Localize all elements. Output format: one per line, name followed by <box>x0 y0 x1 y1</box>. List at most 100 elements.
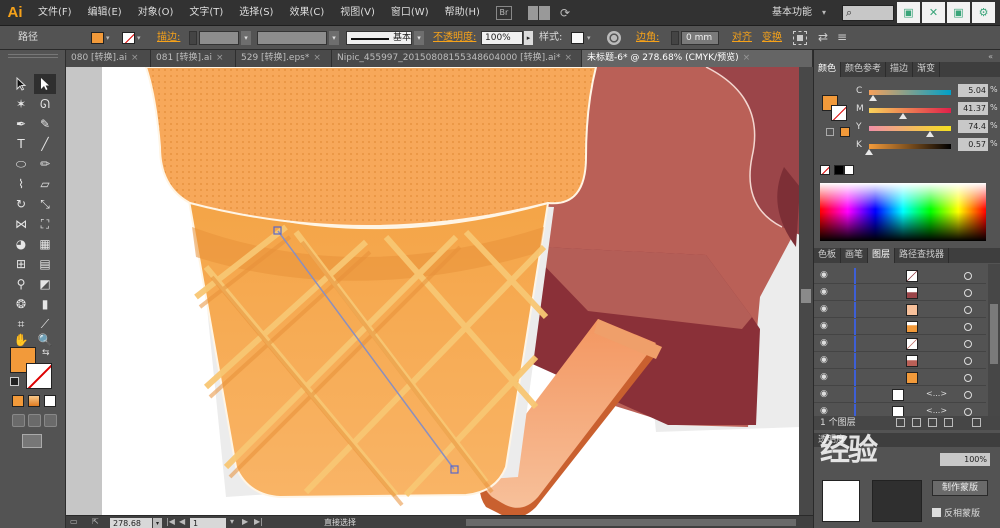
chevron-down-icon[interactable]: ▾ <box>137 34 141 42</box>
eye-icon[interactable]: ◉ <box>820 321 832 331</box>
close-icon[interactable]: × <box>565 53 573 63</box>
eye-icon[interactable]: ◉ <box>820 355 832 365</box>
menu-effect[interactable]: 效果(C) <box>281 0 332 26</box>
yellow-slider[interactable] <box>869 126 951 131</box>
pen-tool-icon[interactable]: ✒ <box>10 114 32 134</box>
magenta-slider[interactable] <box>869 108 951 113</box>
magenta-value[interactable]: 41.37 <box>958 102 988 115</box>
next-artboard-icon[interactable]: ▶ <box>242 517 248 526</box>
target-icon[interactable] <box>964 323 972 331</box>
stroke-weight-field[interactable] <box>199 31 239 45</box>
gamut-warning-icon[interactable] <box>826 128 834 136</box>
target-icon[interactable] <box>964 408 972 416</box>
none-mode-button[interactable] <box>44 395 56 407</box>
new-layer-icon[interactable] <box>944 418 953 427</box>
zoom-icon[interactable]: 🔍 <box>34 330 56 350</box>
eye-icon[interactable]: ◉ <box>820 389 832 399</box>
rotate-icon[interactable]: ↻ <box>10 194 32 214</box>
scrollbar-thumb[interactable] <box>990 304 998 364</box>
line-tool-icon[interactable]: ╱ <box>34 134 56 154</box>
target-icon[interactable] <box>964 272 972 280</box>
menu-window[interactable]: 窗口(W) <box>383 0 437 26</box>
chevron-down-icon[interactable]: ▾ <box>822 8 826 17</box>
yellow-value[interactable]: 74.4 <box>958 120 988 133</box>
eye-icon[interactable]: ◉ <box>820 270 832 280</box>
arrange-icon[interactable]: ⇱ <box>92 517 99 526</box>
invert-mask-checkbox[interactable] <box>932 508 941 517</box>
chevron-down-icon[interactable]: ▾ <box>230 517 234 526</box>
search-input[interactable]: ⌕ <box>842 5 894 21</box>
chevron-down-icon[interactable]: ▾ <box>329 31 339 45</box>
layer-row[interactable]: ◉ <box>814 353 986 369</box>
vertical-scrollbar[interactable] <box>799 67 813 515</box>
default-colors-icon[interactable] <box>10 377 19 386</box>
menu-select[interactable]: 选择(S) <box>231 0 281 26</box>
eraser-icon[interactable]: ▱ <box>34 174 56 194</box>
tab-swatches[interactable]: 色板 <box>814 248 842 263</box>
screen-mode-icon[interactable] <box>22 434 42 448</box>
scale-icon[interactable]: ⤡ <box>34 194 56 214</box>
navigate-icon[interactable]: ▭ <box>70 517 78 526</box>
stroke-weight-stepper[interactable] <box>189 31 197 45</box>
isolate-group-icon[interactable] <box>793 31 807 45</box>
tab-pathfinder[interactable]: 路径查找器 <box>895 248 950 263</box>
layer-row[interactable]: ◉ <box>814 370 986 386</box>
panel-grip[interactable]: « <box>814 52 1000 61</box>
close-icon[interactable]: × <box>313 53 321 63</box>
web-safe-swatch[interactable] <box>840 127 850 137</box>
black-slider[interactable] <box>869 144 951 149</box>
tab-untitled-6[interactable]: 未标题-6* @ 278.68% (CMYK/预览) × <box>582 50 813 67</box>
menu-type[interactable]: 文字(T) <box>181 0 231 26</box>
target-icon[interactable] <box>964 374 972 382</box>
eye-icon[interactable]: ◉ <box>820 304 832 314</box>
slider-thumb[interactable] <box>865 149 874 155</box>
target-icon[interactable] <box>964 306 972 314</box>
eye-icon[interactable]: ◉ <box>820 372 832 382</box>
draw-normal-icon[interactable] <box>12 414 25 427</box>
layers-scrollbar[interactable] <box>988 264 1000 416</box>
cyan-slider[interactable] <box>869 90 951 95</box>
target-icon[interactable] <box>964 340 972 348</box>
gradient-mode-button[interactable] <box>28 395 40 407</box>
tab-gradient[interactable]: 渐变 <box>913 62 941 77</box>
tab-layers[interactable]: 图层 <box>868 248 896 263</box>
transform-link[interactable]: 变换 <box>762 26 782 50</box>
menu-help[interactable]: 帮助(H) <box>437 0 488 26</box>
graphic-style-swatch[interactable] <box>571 32 584 44</box>
target-icon[interactable] <box>964 357 972 365</box>
eyedropper-icon[interactable]: ⚲ <box>10 274 32 294</box>
layer-row[interactable]: ◉ <box>814 336 986 352</box>
stroke-color-box[interactable] <box>26 363 52 389</box>
artboard-canvas[interactable] <box>66 67 813 515</box>
first-artboard-icon[interactable]: |◀ <box>166 517 175 526</box>
brush-icon[interactable]: ⌇ <box>10 174 32 194</box>
tab-color-guide[interactable]: 颜色参考 <box>841 62 887 77</box>
chevron-down-icon[interactable]: ▾ <box>153 518 162 528</box>
tab-color[interactable]: 颜色 <box>814 62 842 77</box>
lasso-icon[interactable]: ᘏ <box>34 94 56 114</box>
menu-file[interactable]: 文件(F) <box>30 0 80 26</box>
gradient-icon[interactable]: ▤ <box>34 254 56 274</box>
prev-artboard-icon[interactable]: ◀ <box>179 517 185 526</box>
target-icon[interactable] <box>964 391 972 399</box>
layer-name[interactable]: <...> <box>926 389 947 398</box>
target-icon[interactable] <box>964 289 972 297</box>
chevron-down-icon[interactable]: ▾ <box>241 31 251 45</box>
curvature-icon[interactable]: ✎ <box>34 114 56 134</box>
panel-stroke-swatch[interactable] <box>831 105 847 121</box>
tab-080[interactable]: 080 [转换].ai × <box>66 50 151 67</box>
symbol-sprayer-icon[interactable]: ❂ <box>10 294 32 314</box>
window-button-4[interactable]: ⚙ <box>972 2 995 23</box>
draw-inside-icon[interactable] <box>44 414 57 427</box>
selection-tool-icon[interactable] <box>10 74 32 94</box>
variable-width-profile[interactable] <box>257 31 327 45</box>
scrollbar-thumb[interactable] <box>801 289 811 303</box>
window-button-3[interactable]: ▣ <box>947 2 970 23</box>
none-swatch[interactable] <box>820 165 830 175</box>
panel-menu-icon[interactable]: ≡ <box>837 30 847 44</box>
perspective-grid-icon[interactable]: ▦ <box>34 234 56 254</box>
eye-icon[interactable]: ◉ <box>820 406 832 416</box>
opacity-link[interactable]: 不透明度: <box>433 26 476 50</box>
close-icon[interactable]: × <box>131 53 139 63</box>
window-button-1[interactable]: ▣ <box>897 2 920 23</box>
